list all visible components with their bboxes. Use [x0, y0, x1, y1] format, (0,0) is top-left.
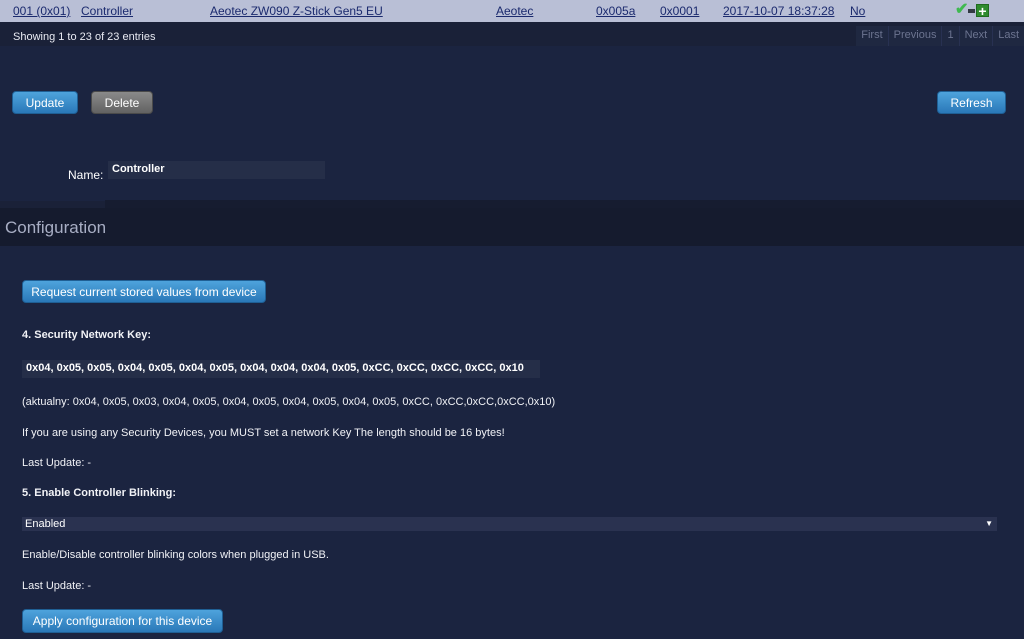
- caret-down-icon[interactable]: ▼: [985, 517, 993, 531]
- configuration-header: [0, 208, 1024, 246]
- request-values-button[interactable]: Request current stored values from devic…: [22, 280, 266, 303]
- page-first-button[interactable]: First: [856, 26, 887, 46]
- product-link[interactable]: Aeotec ZW090 Z-Stick Gen5 EU: [210, 4, 383, 18]
- table-info: Showing 1 to 23 of 23 entries: [13, 31, 156, 43]
- node-type-link[interactable]: Controller: [81, 4, 133, 18]
- page-last-button[interactable]: Last: [992, 26, 1024, 46]
- apply-config-button[interactable]: Apply configuration for this device: [22, 609, 223, 633]
- refresh-button[interactable]: Refresh: [937, 91, 1006, 114]
- configuration-panel: [0, 246, 1024, 639]
- timestamp-link[interactable]: 2017-10-07 18:37:28: [723, 4, 834, 18]
- param5-title: 5. Enable Controller Blinking:: [22, 487, 177, 499]
- configuration-title: Configuration: [5, 218, 107, 237]
- blinking-select-value: Enabled: [25, 518, 66, 530]
- minus-icon[interactable]: [968, 9, 975, 13]
- param5-last-update: Last Update: -: [22, 580, 92, 592]
- name-input[interactable]: Controller: [108, 161, 325, 179]
- name-label: Name:: [68, 168, 104, 182]
- delete-button[interactable]: Delete: [91, 91, 153, 114]
- checkmark-icon[interactable]: ✔: [955, 2, 969, 18]
- param4-help: If you are using any Security Devices, y…: [22, 427, 505, 439]
- param4-current-value: (aktualny: 0x04, 0x05, 0x03, 0x04, 0x05,…: [22, 396, 556, 408]
- page-next-button[interactable]: Next: [958, 26, 993, 46]
- page-number-button[interactable]: 1: [941, 26, 958, 46]
- update-button[interactable]: Update: [12, 91, 78, 114]
- security-key-input[interactable]: 0x04, 0x05, 0x05, 0x04, 0x05, 0x04, 0x05…: [22, 360, 540, 378]
- blinking-select[interactable]: Enabled ▼: [22, 517, 997, 531]
- param4-title: 4. Security Network Key:: [22, 329, 151, 341]
- plus-icon[interactable]: +: [976, 4, 989, 18]
- param5-help: Enable/Disable controller blinking color…: [22, 549, 329, 561]
- manufacturer-link[interactable]: Aeotec: [496, 4, 533, 18]
- table-row[interactable]: 001 (0x01) Controller Aeotec ZW090 Z-Sti…: [0, 0, 1024, 22]
- panel-divider: [105, 200, 1024, 208]
- product-type-link[interactable]: 0x0001: [660, 4, 699, 18]
- param4-last-update: Last Update: -: [22, 457, 92, 469]
- pagination: First Previous 1 Next Last: [856, 26, 1024, 46]
- flag-link[interactable]: No: [850, 4, 865, 18]
- product-id-link[interactable]: 0x005a: [596, 4, 635, 18]
- page-previous-button[interactable]: Previous: [887, 26, 942, 46]
- node-id-link[interactable]: 001 (0x01): [13, 4, 70, 18]
